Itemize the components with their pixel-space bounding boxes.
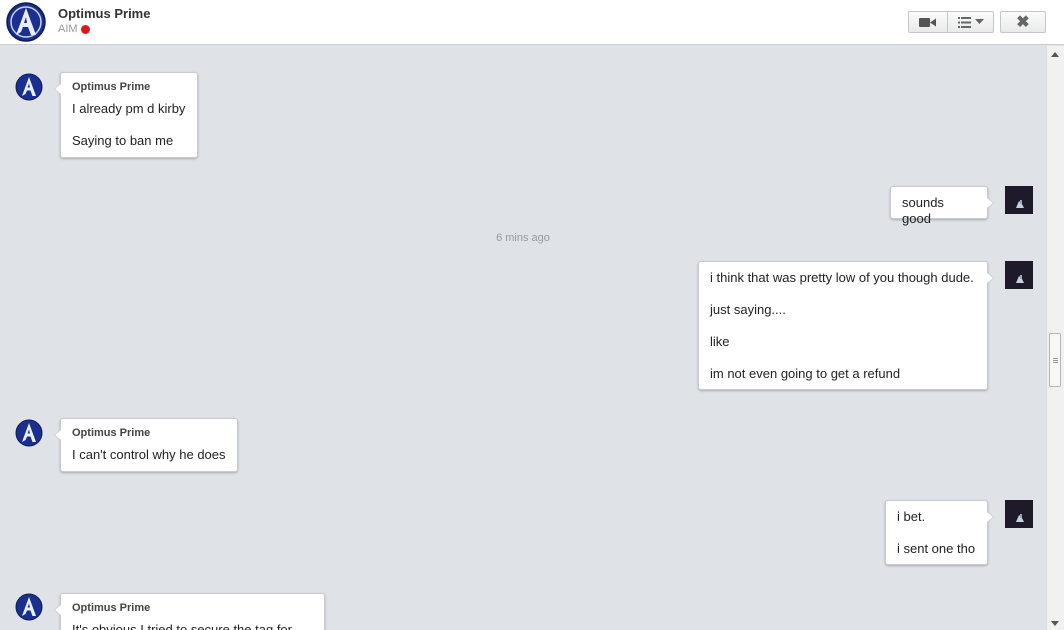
scroll-down-arrow-icon[interactable] [1051,621,1059,626]
message-sender: Optimus Prime [72,602,151,614]
message-timestamp: 6 mins ago [496,232,550,244]
contact-name: Optimus Prime [58,6,151,21]
message-text: I can't control why he does [72,447,226,462]
status-indicator [81,25,90,34]
message-sender: Optimus Prime [72,81,151,93]
close-button[interactable]: ✖ [1000,11,1046,33]
sender-avatar[interactable] [15,419,43,447]
chat-header: Optimus Prime AIM ✖ [0,0,1064,45]
message-text: just saying.... [710,302,786,317]
self-avatar[interactable] [1005,500,1033,528]
list-menu-icon [957,16,971,28]
sender-avatar[interactable] [15,593,43,621]
contact-avatar[interactable] [6,2,46,42]
scrollbar-thumb[interactable] [1049,333,1061,387]
options-menu-button[interactable] [948,11,994,33]
message-text: i think that was pretty low of you thoug… [710,270,974,285]
message-bubble-incoming: Optimus Prime I already pm d kirby Sayin… [54,72,198,158]
self-avatar[interactable] [1005,261,1033,289]
message-list: Optimus Prime I already pm d kirby Sayin… [0,46,1046,630]
chat-window: Optimus Prime AIM ✖ Optimus Prime I alre… [0,0,1064,630]
header-toolbar: ✖ [908,11,1046,33]
message-text: im not even going to get a refund [710,366,901,381]
video-call-button[interactable] [908,11,948,33]
message-text: like [710,334,730,349]
scroll-up-arrow-icon[interactable] [1051,52,1059,57]
message-text: It's obvious I tried to secure the tag f… [72,622,292,630]
chevron-down-icon [974,19,984,24]
message-text: i bet. [897,509,926,524]
message-bubble-incoming: Optimus Prime It's obvious I tried to se… [54,593,325,630]
sender-avatar[interactable] [15,73,43,101]
message-sender: Optimus Prime [72,427,151,439]
message-text: sounds good [902,195,944,226]
self-avatar[interactable] [1005,186,1033,214]
message-bubble-outgoing: i bet. i sent one tho [885,500,994,565]
message-bubble-outgoing: i think that was pretty low of you thoug… [698,261,994,390]
message-text: i sent one tho [897,541,976,556]
grip-icon [1053,358,1058,364]
message-bubble-incoming: Optimus Prime I can't control why he doe… [54,418,238,472]
message-text: Saying to ban me [72,133,174,148]
vertical-scrollbar[interactable] [1046,46,1064,630]
message-bubble-outgoing: sounds good [890,186,994,226]
message-text: I already pm d kirby [72,101,186,116]
service-label: AIM [58,23,78,35]
close-icon: ✖ [1016,14,1030,31]
video-camera-icon [919,17,936,27]
